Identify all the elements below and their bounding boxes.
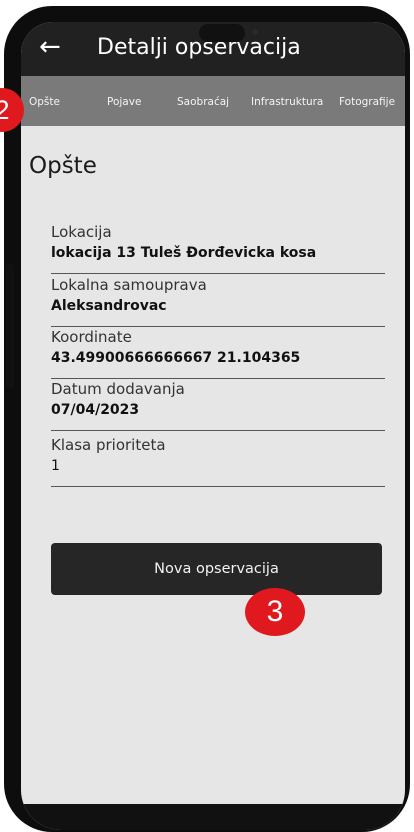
- field-value: 1: [51, 458, 60, 474]
- tab-fotografije[interactable]: Fotografije: [339, 96, 395, 108]
- tab-pojave[interactable]: Pojave: [107, 96, 141, 108]
- field-value: Aleksandrovac: [51, 298, 167, 314]
- field-label: Koordinate: [51, 328, 132, 346]
- field-label: Datum dodavanja: [51, 380, 185, 398]
- main-content: Opšte Lokacija lokacija 13 Tuleš Đorđevi…: [21, 126, 405, 830]
- field-value: 07/04/2023: [51, 402, 140, 418]
- field-lokacija: Lokacija lokacija 13 Tuleš Đorđevicka ko…: [51, 221, 385, 274]
- field-koordinate: Koordinate 43.49900666666667 21.104365: [51, 326, 385, 379]
- annotation-badge-3: 3: [245, 588, 305, 636]
- phone-frame: ← Detalji opservacija Opšte Pojave Saobr…: [4, 6, 410, 832]
- app-screen: ← Detalji opservacija Opšte Pojave Saobr…: [21, 22, 405, 830]
- field-label: Lokacija: [51, 223, 112, 241]
- field-value: 43.49900666666667 21.104365: [51, 350, 301, 366]
- field-datum-dodavanja: Datum dodavanja 07/04/2023: [51, 378, 385, 431]
- phone-side-button: [6, 264, 14, 388]
- page-title: Detalji opservacija: [97, 35, 301, 60]
- tab-bar: Opšte Pojave Saobraćaj Infrastruktura Fo…: [21, 76, 405, 126]
- tab-infrastruktura[interactable]: Infrastruktura: [251, 96, 323, 108]
- tab-saobracaj[interactable]: Saobraćaj: [177, 96, 229, 108]
- field-label: Lokalna samouprava: [51, 276, 207, 294]
- camera-lens: [252, 29, 258, 35]
- arrow-left-icon[interactable]: ←: [39, 32, 61, 62]
- field-value: lokacija 13 Tuleš Đorđevicka kosa: [51, 245, 317, 261]
- field-lokalna-samouprava: Lokalna samouprava Aleksandrovac: [51, 274, 385, 327]
- field-label: Klasa prioriteta: [51, 436, 166, 454]
- field-klasa-prioriteta: Klasa prioriteta 1: [51, 434, 385, 487]
- camera-notch: [199, 24, 245, 42]
- tab-opste[interactable]: Opšte: [29, 96, 60, 108]
- section-title: Opšte: [29, 153, 97, 179]
- navigation-bar: [21, 804, 405, 830]
- new-observation-button[interactable]: Nova opservacija: [51, 543, 382, 595]
